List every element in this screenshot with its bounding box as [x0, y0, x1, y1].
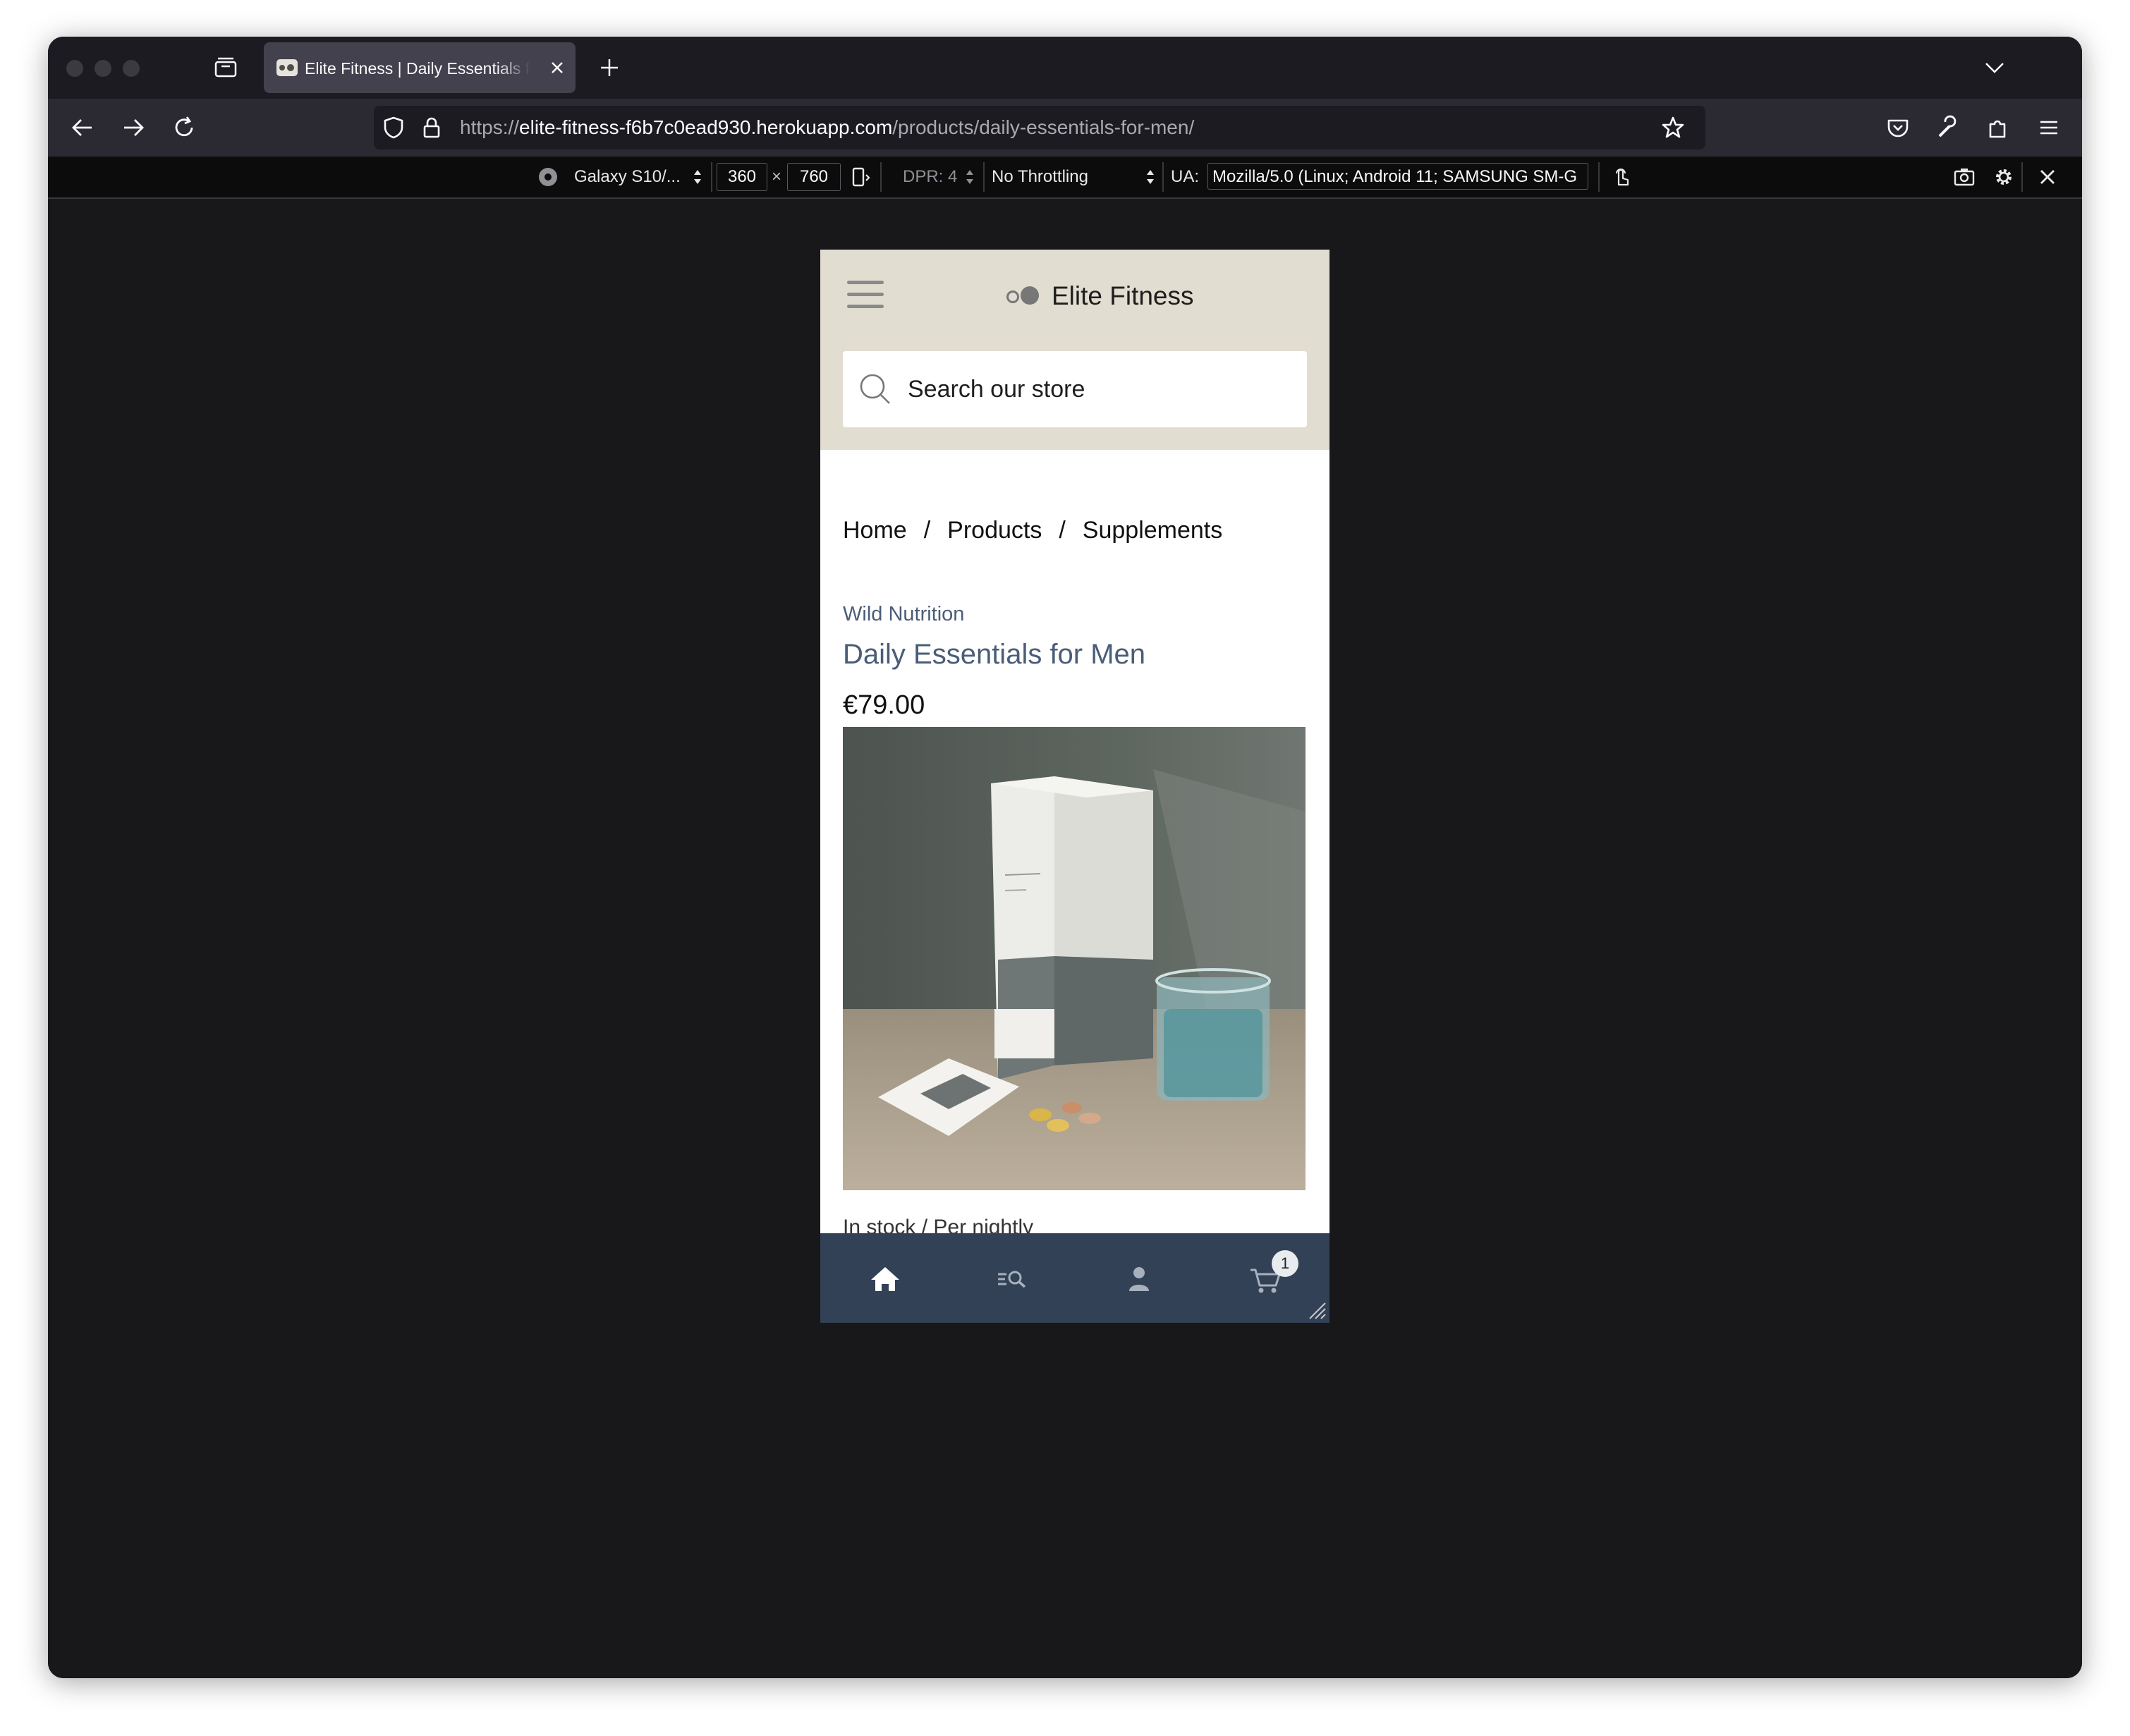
tab-strip: Elite Fitness | Daily Essentials for Men: [48, 37, 2082, 99]
site-favicon-icon: [276, 59, 298, 76]
resize-handle-icon[interactable]: [1307, 1300, 1327, 1320]
search-input[interactable]: [908, 367, 1289, 412]
reload-icon[interactable]: [169, 113, 199, 142]
close-rdm-icon[interactable]: [2035, 165, 2059, 189]
wrench-icon[interactable]: [1933, 113, 1962, 142]
logo-icon[interactable]: [1005, 285, 1042, 306]
breadcrumb-separator: /: [1059, 517, 1066, 544]
lock-icon[interactable]: [419, 115, 444, 140]
toolbar-divider: [983, 162, 985, 192]
throttling-selector[interactable]: No Throttling: [992, 166, 1088, 188]
user-agent-label: UA:: [1171, 167, 1200, 186]
product-price: €79.00: [843, 690, 925, 720]
navigation-toolbar: https://elite-fitness-f6b7c0ead930.herok…: [48, 99, 2082, 157]
extensions-icon[interactable]: [1983, 113, 2013, 142]
url-text: https://elite-fitness-f6b7c0ead930.herok…: [460, 116, 1195, 138]
app-menu-icon[interactable]: [2034, 113, 2064, 142]
pocket-icon[interactable]: [1883, 113, 1913, 142]
product-brand[interactable]: Wild Nutrition: [843, 601, 964, 628]
toolbar-divider: [1162, 162, 1164, 192]
store-name[interactable]: Elite Fitness: [1052, 281, 1194, 312]
dpr-arrows-icon: [966, 170, 973, 184]
toolbar-divider: [880, 162, 882, 192]
product-title: Daily Essentials for Men: [843, 639, 1146, 670]
toolbar-divider: [1598, 162, 1600, 192]
breadcrumb-separator: /: [923, 517, 931, 544]
breadcrumb: Home / Products / Supplements: [843, 515, 1222, 546]
shield-icon[interactable]: [381, 115, 406, 140]
device-browser-icon: [539, 168, 557, 186]
breadcrumb-products[interactable]: Products: [947, 515, 1042, 546]
bottom-navigation: 1: [820, 1233, 1329, 1323]
address-bar[interactable]: https://elite-fitness-f6b7c0ead930.herok…: [374, 106, 1705, 149]
home-icon[interactable]: [865, 1260, 905, 1297]
tab-title: Elite Fitness | Daily Essentials for Men: [305, 59, 530, 78]
throttling-arrows-icon: [1147, 170, 1154, 184]
bookmark-star-icon[interactable]: [1660, 115, 1686, 140]
tab-list-icon[interactable]: [212, 54, 240, 82]
rotate-viewport-icon[interactable]: [849, 165, 873, 189]
close-window-button[interactable]: [66, 60, 83, 77]
browser-window: Elite Fitness | Daily Essentials for Men: [48, 37, 2082, 1678]
active-tab[interactable]: Elite Fitness | Daily Essentials for Men: [264, 42, 576, 93]
toolbar-divider: [2021, 162, 2023, 192]
emulated-viewport: Elite Fitness Home/Products/Supplements …: [820, 250, 1329, 1323]
browse-icon[interactable]: [992, 1260, 1032, 1297]
site-header: Elite Fitness: [820, 250, 1329, 450]
new-tab-icon[interactable]: [595, 54, 623, 82]
search-icon: [860, 374, 890, 404]
maximize-window-button[interactable]: [123, 60, 140, 77]
breadcrumb-home[interactable]: Home: [843, 515, 907, 546]
breadcrumb-supplements[interactable]: Supplements: [1083, 515, 1222, 546]
screenshot-camera-icon[interactable]: [1952, 165, 1976, 189]
toolbar-divider: [711, 162, 712, 192]
account-icon[interactable]: [1119, 1260, 1159, 1297]
hamburger-icon[interactable]: [847, 281, 884, 309]
dpr-selector[interactable]: DPR: 4: [903, 166, 957, 188]
device-selector[interactable]: Galaxy S10/...: [574, 166, 681, 188]
back-arrow-icon[interactable]: [68, 113, 97, 142]
product-image[interactable]: [843, 727, 1306, 1190]
close-tab-icon[interactable]: [547, 58, 567, 78]
search-box[interactable]: [843, 351, 1307, 427]
responsive-design-toolbar: Galaxy S10/... 360 × 760 DPR: 4 No Throt…: [48, 157, 2082, 199]
minimize-window-button[interactable]: [95, 60, 111, 77]
touch-simulation-icon[interactable]: [1609, 165, 1633, 189]
viewport-height-input[interactable]: 760: [787, 163, 841, 191]
settings-gear-icon[interactable]: [1992, 165, 2016, 189]
dimension-separator: ×: [772, 167, 782, 186]
chevron-down-icon[interactable]: [1980, 54, 2009, 82]
forward-arrow-icon[interactable]: [118, 113, 148, 142]
device-selector-arrows-icon: [694, 170, 701, 184]
user-agent-input[interactable]: Mozilla/5.0 (Linux; Android 11; SAMSUNG …: [1207, 163, 1588, 190]
viewport-width-input[interactable]: 360: [717, 163, 767, 191]
cart-count-badge: 1: [1272, 1250, 1298, 1277]
